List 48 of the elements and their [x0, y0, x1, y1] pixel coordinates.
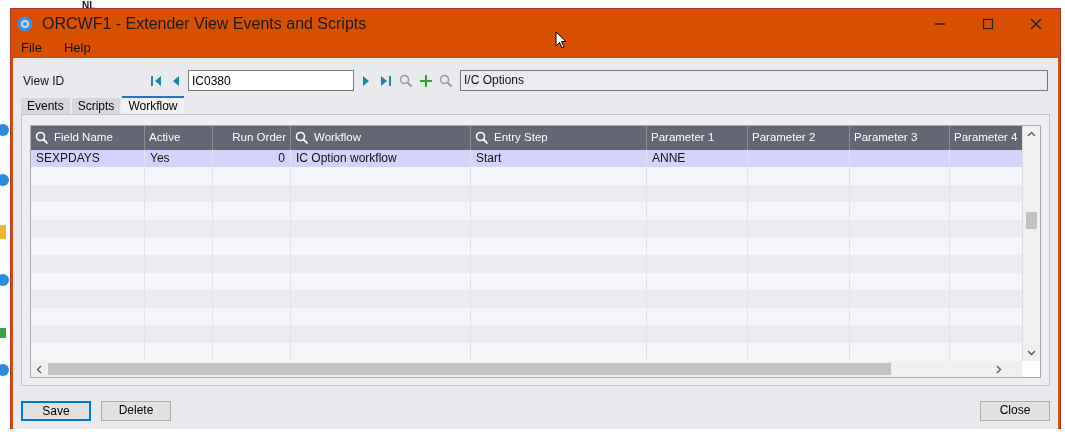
tab[interactable]: Scripts — [71, 97, 121, 114]
scroll-up-icon[interactable] — [1027, 130, 1036, 137]
column-label: Entry Step — [494, 129, 548, 145]
menu-item[interactable]: File — [21, 38, 42, 58]
tab[interactable]: Events — [21, 97, 70, 114]
window-title: ORCWF1 - Extender View Events and Scripts — [42, 13, 367, 34]
last-icon[interactable] — [380, 73, 392, 88]
search-icon[interactable] — [295, 131, 308, 144]
table-cell: Start — [476, 150, 502, 165]
search-icon[interactable] — [439, 73, 453, 88]
scroll-thumb[interactable] — [1026, 211, 1037, 229]
gear-icon — [16, 14, 34, 33]
column-header[interactable]: Field Name — [31, 125, 145, 150]
tab[interactable]: Workflow — [122, 95, 184, 114]
view-id-field[interactable]: IC0380 — [188, 70, 354, 91]
vertical-scrollbar[interactable] — [1022, 125, 1040, 361]
column-header[interactable]: Run Order — [213, 125, 291, 150]
table-cell: SEXPDAYS — [36, 150, 100, 165]
search-icon[interactable] — [35, 131, 48, 144]
search-icon[interactable] — [475, 131, 488, 144]
button[interactable]: Delete — [101, 400, 171, 421]
column-header[interactable]: Entry Step — [471, 125, 647, 150]
plus-icon[interactable] — [419, 73, 433, 88]
column-header[interactable]: Parameter 3 — [850, 125, 950, 150]
menu-item[interactable]: Help — [63, 38, 91, 58]
column-header[interactable]: Parameter 2 — [748, 125, 850, 150]
table-cell: IC Option workflow — [296, 150, 397, 165]
cursor-icon — [555, 31, 567, 49]
scroll-thumb[interactable] — [48, 362, 891, 375]
table-cell: 0 — [278, 150, 285, 165]
column-label: Field Name — [54, 129, 113, 145]
close-icon[interactable] — [1029, 17, 1043, 30]
field-label: View ID — [22, 72, 66, 90]
column-header[interactable]: Active — [145, 125, 213, 150]
table-cell: Yes — [150, 150, 170, 165]
maximize-icon[interactable] — [981, 17, 995, 30]
column-label: Workflow — [314, 129, 362, 145]
button[interactable]: Close — [980, 400, 1050, 421]
first-icon[interactable] — [150, 73, 162, 88]
description-field: I/C Options — [460, 70, 1048, 91]
search-icon[interactable] — [399, 73, 413, 88]
column-header[interactable]: Parameter 1 — [647, 125, 748, 150]
button[interactable]: Save — [21, 400, 91, 421]
scroll-down-icon[interactable] — [1027, 349, 1036, 356]
table-cell: ANNE — [652, 150, 686, 165]
scroll-left-icon[interactable] — [36, 364, 42, 374]
column-header[interactable]: Workflow — [291, 125, 471, 150]
scroll-right-icon[interactable] — [996, 364, 1002, 374]
